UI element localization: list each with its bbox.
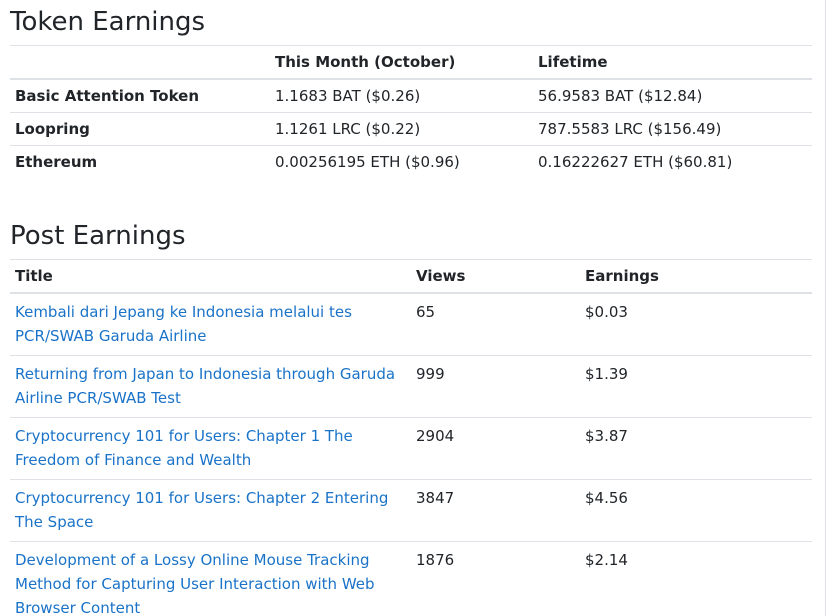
post-earnings-table: Title Views Earnings Kembali dari Jepang… [10,259,812,616]
post-header-views: Views [411,259,580,294]
token-lifetime-value: 0.16222627 ETH ($60.81) [533,145,812,178]
post-earnings: $0.03 [585,303,628,321]
post-title-cell: Cryptocurrency 101 for Users: Chapter 1 … [10,417,411,480]
post-row: Development of a Lossy Online Mouse Trac… [10,541,812,616]
post-title-cell: Returning from Japan to Indonesia throug… [10,355,411,418]
token-lifetime-value: 787.5583 LRC ($156.49) [533,112,812,146]
post-title-link[interactable]: Cryptocurrency 101 for Users: Chapter 2 … [15,489,388,531]
token-name: Loopring [10,112,270,146]
token-name: Ethereum [10,145,270,178]
post-earnings: $1.39 [580,355,812,418]
post-row: Kembali dari Jepang ke Indonesia melalui… [10,293,812,356]
token-header-lifetime: Lifetime [533,45,812,80]
post-views: 65 [416,303,436,321]
post-earnings: $2.14 [580,541,812,616]
token-row: Loopring 1.1261 LRC ($0.22) 787.5583 LRC… [10,112,812,146]
post-row: Cryptocurrency 101 for Users: Chapter 1 … [10,417,812,480]
post-header-earnings: Earnings [580,259,812,294]
post-earnings: $3.87 [580,417,812,480]
token-earnings-table: This Month (October) Lifetime Basic Atte… [10,45,812,178]
post-views: 999 [411,355,580,418]
page: Token Earnings This Month (October) Life… [0,0,828,616]
post-views: 1876 [411,541,580,616]
token-month-value: 0.00256195 ETH ($0.96) [270,145,533,178]
post-row: Returning from Japan to Indonesia throug… [10,355,812,418]
token-month-value: 1.1683 BAT ($0.26) [275,87,421,105]
post-title-cell: Kembali dari Jepang ke Indonesia melalui… [10,293,411,356]
token-row: Ethereum 0.00256195 ETH ($0.96) 0.162226… [10,145,812,178]
post-title-link[interactable]: Cryptocurrency 101 for Users: Chapter 1 … [15,427,353,469]
post-title-cell: Development of a Lossy Online Mouse Trac… [10,541,411,616]
post-header-title: Title [10,259,411,294]
post-views: 2904 [411,417,580,480]
post-earnings: $4.56 [580,479,812,542]
post-title-link[interactable]: Kembali dari Jepang ke Indonesia melalui… [15,303,352,345]
token-earnings-title: Token Earnings [10,7,206,37]
token-table-header-row: This Month (October) Lifetime [10,45,812,80]
token-row: Basic Attention Token 1.1683 BAT ($0.26)… [10,79,812,113]
post-table-header-row: Title Views Earnings [10,259,812,294]
token-header-blank [10,45,270,80]
token-name: Basic Attention Token [15,87,200,105]
post-title-link[interactable]: Returning from Japan to Indonesia throug… [15,365,395,407]
token-header-month: This Month (October) [270,45,533,80]
token-lifetime-value: 56.9583 BAT ($12.84) [538,87,703,105]
token-month-value: 1.1261 LRC ($0.22) [270,112,533,146]
post-row: Cryptocurrency 101 for Users: Chapter 2 … [10,479,812,542]
post-earnings-title: Post Earnings [10,221,186,251]
scrollbar-edge [825,0,826,616]
post-title-link[interactable]: Development of a Lossy Online Mouse Trac… [15,551,375,616]
post-title-cell: Cryptocurrency 101 for Users: Chapter 2 … [10,479,411,542]
post-views: 3847 [411,479,580,542]
